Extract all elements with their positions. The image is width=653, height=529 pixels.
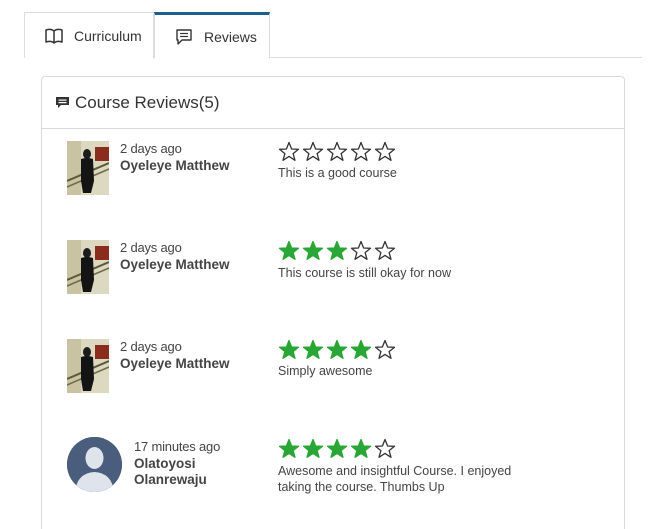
default-avatar [67,437,122,492]
star-filled-icon [302,240,326,262]
panel-title: Course Reviews(5) [75,92,220,112]
star-rating [278,438,398,460]
star-empty-icon [326,141,350,163]
reviewer-name: Oyeleye Matthew [120,356,230,371]
star-filled-icon [350,339,374,361]
comment-icon [56,96,69,109]
course-tabs: Curriculum Reviews [24,12,642,59]
star-filled-icon [350,438,374,460]
review-comment: This course is still okay for now [278,266,451,280]
review-comment: Simply awesome [278,364,373,378]
star-filled-icon [326,240,350,262]
tab-curriculum[interactable]: Curriculum [24,12,154,58]
review-meta: 2 days ago Oyeleye Matthew [120,141,230,174]
star-empty-icon [374,240,398,262]
star-filled-icon [278,438,302,460]
tab-curriculum-label: Curriculum [74,27,142,44]
star-rating [278,141,398,163]
review-time: 2 days ago [120,240,182,255]
star-rating [278,240,398,262]
review-time: 17 minutes ago [134,439,221,454]
review-meta: 2 days ago Oyeleye Matthew [120,240,230,273]
user-photo [67,141,109,195]
tab-reviews-label: Reviews [204,28,257,45]
star-rating [278,339,398,361]
star-filled-icon [326,339,350,361]
star-empty-icon [374,438,398,460]
review-comment: Awesome and insightful Course. I enjoyed… [278,464,512,494]
reviews-panel: Course Reviews(5) 2 days ago Oyeleye Mat… [41,76,625,529]
review-meta: 17 minutes ago Olatoyosi Olanrewaju [134,439,224,488]
star-filled-icon [278,240,302,262]
reviewer-name: Oyeleye Matthew [120,158,230,173]
star-filled-icon [302,438,326,460]
review-time: 2 days ago [120,141,182,156]
book-icon [45,27,63,45]
reviewer-name: Oyeleye Matthew [120,257,230,272]
review-comment: This is a good course [278,166,397,180]
comment-icon [175,28,193,46]
star-filled-icon [326,438,350,460]
star-empty-icon [374,339,398,361]
star-empty-icon [278,141,302,163]
star-filled-icon [278,339,302,361]
tab-reviews[interactable]: Reviews [154,12,270,59]
review-meta: 2 days ago Oyeleye Matthew [120,339,230,372]
user-photo [67,240,109,294]
star-empty-icon [350,240,374,262]
star-filled-icon [302,339,326,361]
panel-header: Course Reviews(5) [42,77,624,129]
star-empty-icon [374,141,398,163]
user-photo [67,339,109,393]
star-empty-icon [350,141,374,163]
star-empty-icon [302,141,326,163]
reviewer-name: Olatoyosi Olanrewaju [134,456,207,487]
review-time: 2 days ago [120,339,182,354]
